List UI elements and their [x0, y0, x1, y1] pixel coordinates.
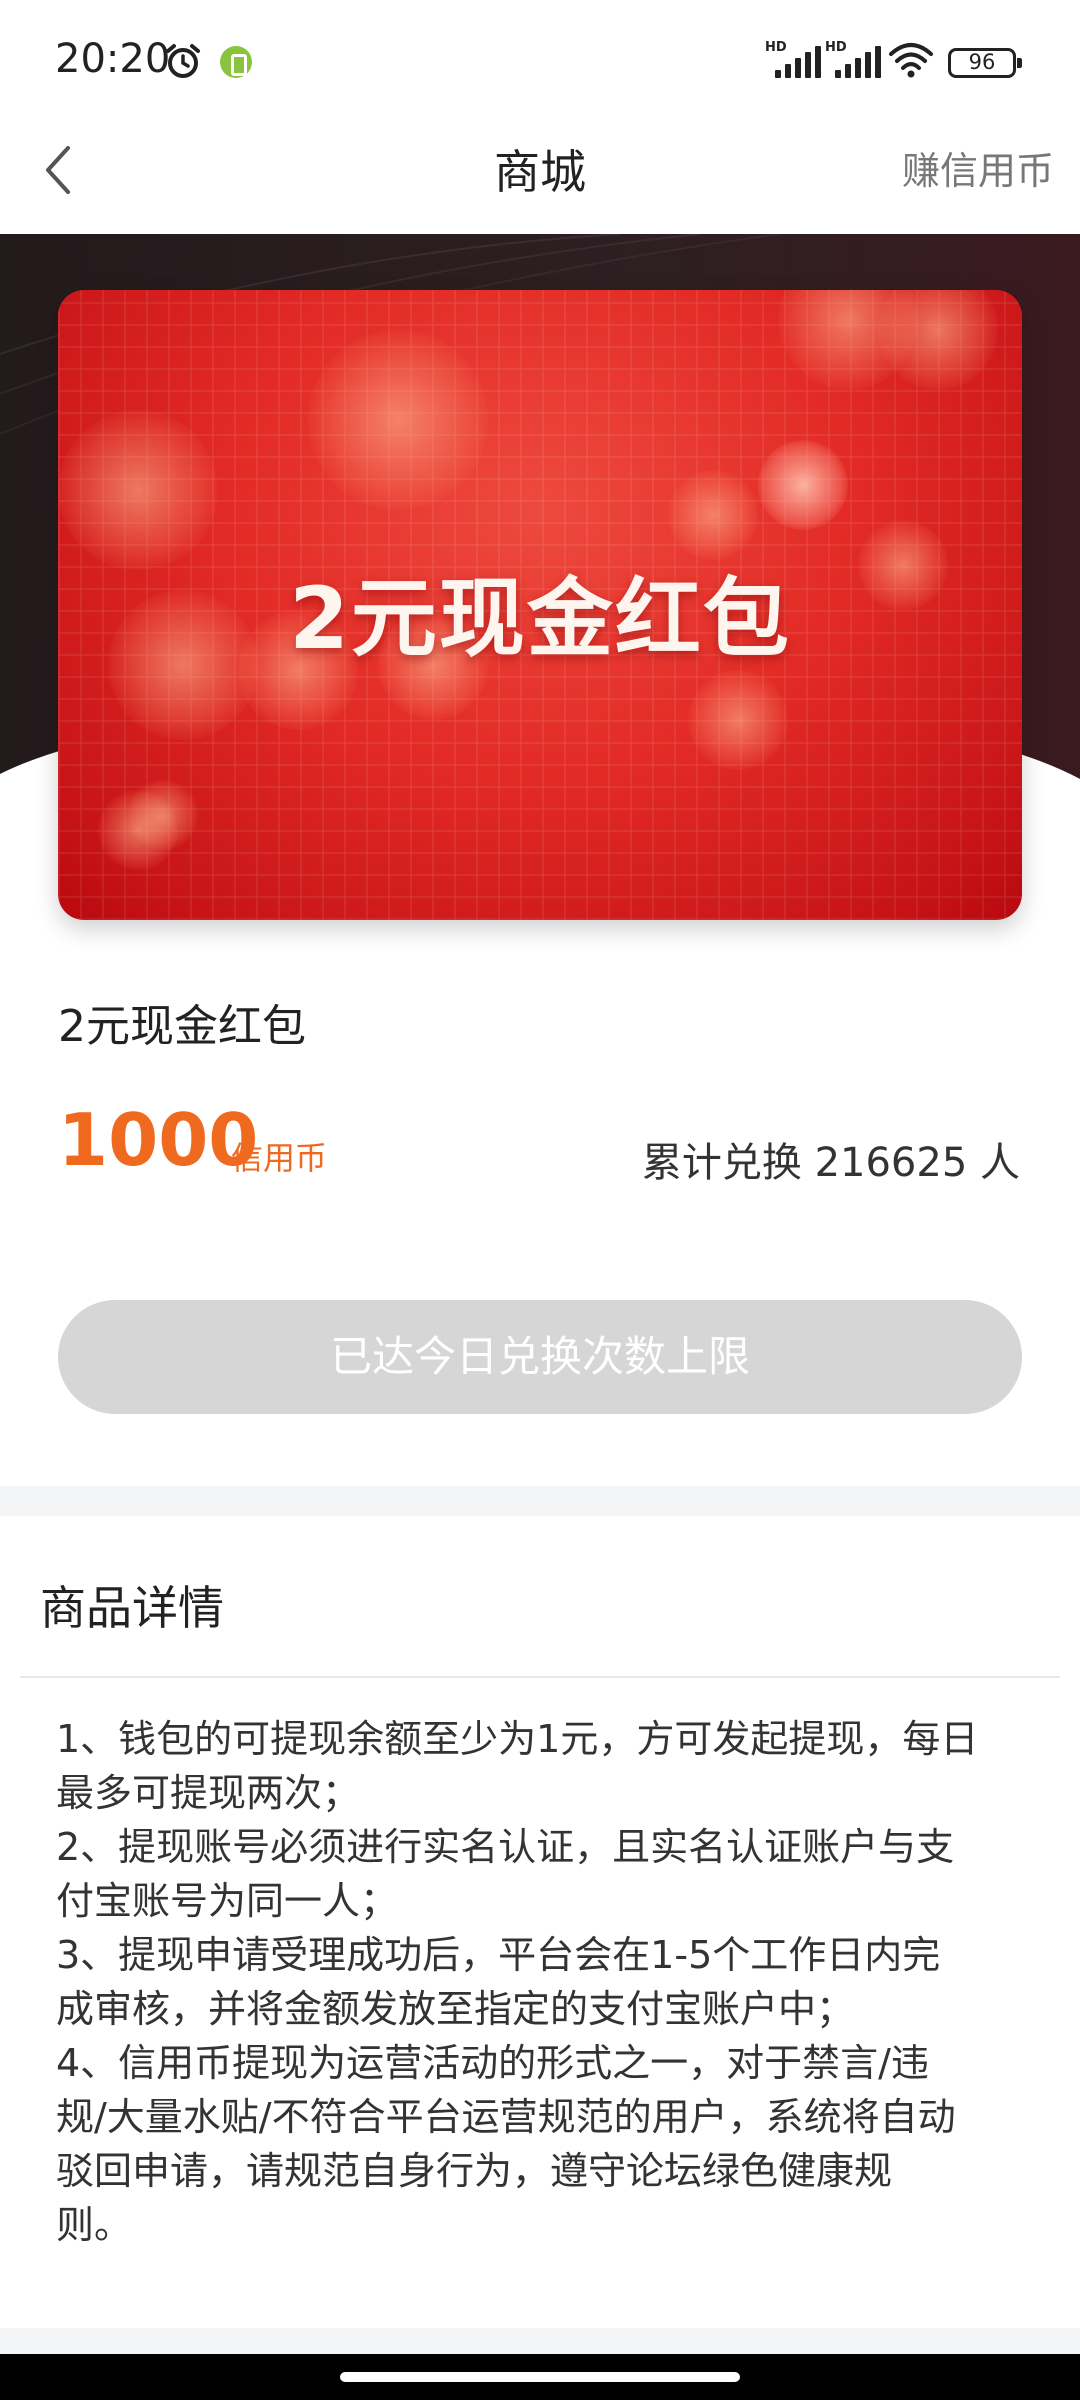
status-bar: 20:20 HD HD 96: [0, 0, 1080, 110]
bottom-divider: [0, 2328, 1080, 2354]
details-line: 规/大量水贴/不符合平台运营规范的用户，系统将自动: [56, 2095, 956, 2139]
app-notification-icon: [220, 46, 252, 78]
price-value: 1000: [58, 1098, 259, 1182]
exchange-limit-button[interactable]: 已达今日兑换次数上限: [58, 1300, 1022, 1414]
status-time: 20:20: [55, 36, 171, 82]
details-line: 付宝账号为同一人；: [56, 1879, 399, 1923]
details-line: 4、信用币提现为运营活动的形式之一，对于禁言/违: [56, 2041, 929, 2085]
product-name: 2元现金红包: [58, 1001, 306, 1052]
wifi-icon: [889, 43, 933, 78]
cellular-signal-icon: HD: [765, 40, 825, 80]
red-packet-card: 2元现金红包: [58, 290, 1022, 920]
battery-icon: 96: [948, 48, 1022, 78]
battery-level: 96: [968, 50, 996, 74]
exchange-count: 累计兑换 216625 人: [641, 1140, 1020, 1186]
cellular-signal-icon: HD: [825, 40, 885, 80]
home-indicator[interactable]: [340, 2372, 740, 2382]
details-line: 则。: [56, 2203, 133, 2247]
price-unit: 信用币: [231, 1139, 328, 1177]
details-line: 1、钱包的可提现余额至少为1元，方可发起提现，每日: [56, 1717, 979, 1761]
alarm-icon: [166, 44, 200, 78]
details-line: 3、提现申请受理成功后，平台会在1-5个工作日内完: [56, 1933, 941, 1977]
details-line: 最多可提现两次；: [56, 1771, 361, 1815]
details-line: 成审核，并将金额发放至指定的支付宝账户中；: [56, 1987, 855, 2031]
section-divider: [0, 1486, 1080, 1516]
details-title: 商品详情: [40, 1581, 224, 1635]
details-line: 驳回申请，请规范自身行为，遵守论坛绿色健康规: [56, 2149, 893, 2193]
earn-credits-link[interactable]: 赚信用币: [902, 140, 1054, 195]
details-body: 1、钱包的可提现余额至少为1元，方可发起提现，每日 最多可提现两次； 2、提现账…: [56, 1712, 1036, 2252]
details-line: 2、提现账号必须进行实名认证，且实名认证账户与支: [56, 1825, 955, 1869]
divider: [20, 1676, 1060, 1678]
header: 商城 赚信用币: [0, 110, 1080, 234]
card-title: 2元现金红包: [289, 569, 791, 669]
